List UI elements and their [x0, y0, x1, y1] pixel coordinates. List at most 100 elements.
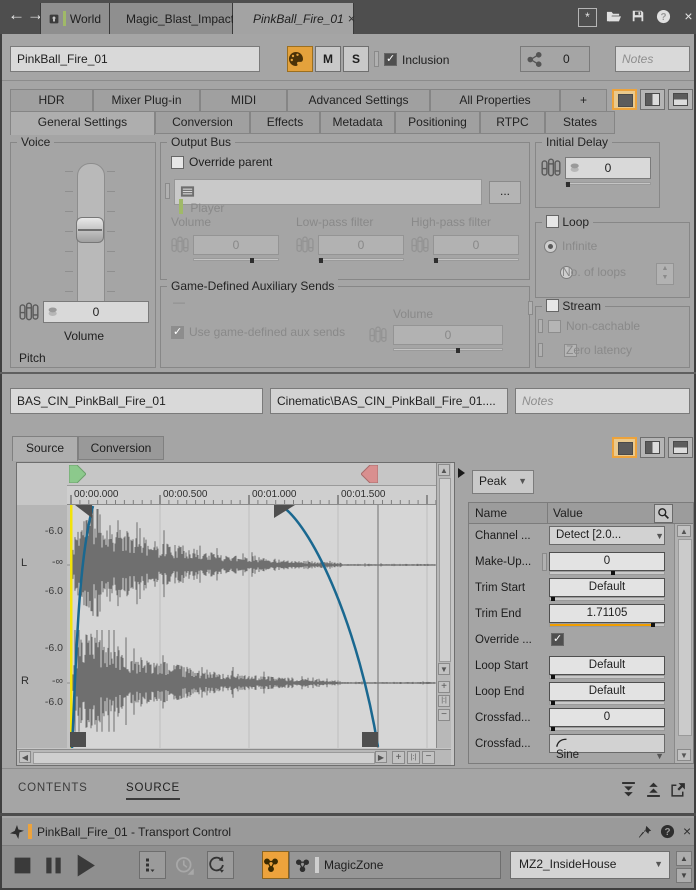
tab-advanced-settings[interactable]: Advanced Settings [287, 89, 430, 112]
zoom-out-vertical-button[interactable]: − [438, 709, 450, 721]
vscroll-thumb[interactable] [439, 478, 451, 662]
tab-[interactable]: + [560, 89, 607, 112]
stop-button[interactable] [12, 855, 33, 876]
waveform-horizontal-scrollbar[interactable]: ◀ ▶ + |:| − [17, 749, 451, 765]
voice-volume-rtpc-icon[interactable] [19, 301, 39, 323]
tab-hdr[interactable]: HDR [10, 89, 93, 112]
use-aux-sends-checkbox[interactable] [171, 326, 184, 339]
voice-volume-slider[interactable] [77, 163, 105, 315]
mute-button[interactable]: M [315, 46, 341, 72]
waveform-vertical-scrollbar[interactable]: ▲ ▼ + |:| − [436, 463, 451, 748]
transport-scroll-down[interactable]: ▼ [676, 868, 692, 883]
row-checkbox[interactable] [551, 633, 564, 646]
pin-icon[interactable] [638, 825, 652, 839]
trim-start-handle[interactable] [70, 732, 86, 747]
tab-mixer-plug-in[interactable]: Mixer Plug-in [93, 89, 200, 112]
source-layout-split-horizontal-button[interactable] [668, 437, 693, 458]
tab-effects[interactable]: Effects [250, 111, 320, 134]
source-layout-split-vertical-button[interactable] [640, 437, 665, 458]
sharesets-button[interactable]: 0 [520, 46, 590, 72]
voice-volume-value[interactable]: 0 [43, 301, 149, 323]
tab-close-icon[interactable]: × [348, 11, 356, 26]
tab-states[interactable]: States [545, 111, 615, 134]
tab-positioning[interactable]: Positioning [395, 111, 480, 134]
expand-all-icon[interactable] [645, 781, 662, 798]
zoom-fit-button[interactable]: |:| [407, 751, 420, 764]
trim-end-handle[interactable] [362, 732, 378, 747]
tab-general-settings[interactable]: General Settings [10, 111, 155, 135]
transport-options-button[interactable] [139, 851, 166, 879]
game-syncs-button[interactable] [262, 851, 289, 879]
source-name-input[interactable] [10, 388, 263, 414]
open-external-icon[interactable] [670, 781, 687, 798]
source-notes-input[interactable] [515, 388, 690, 414]
bus-browse-button[interactable]: ... [489, 181, 521, 204]
tab-rtpc[interactable]: RTPC [480, 111, 545, 134]
tab-all-properties[interactable]: All Properties [430, 89, 560, 112]
zoom-out-button[interactable]: − [422, 751, 435, 764]
play-button[interactable] [73, 853, 98, 878]
table-scroll-down-icon[interactable]: ▼ [677, 749, 691, 761]
solo-button[interactable]: S [343, 46, 369, 72]
row-value-field[interactable]: 0 [549, 552, 665, 571]
window-close-button[interactable]: × [680, 8, 696, 25]
peak-mode-dropdown[interactable]: Peak ▼ [472, 470, 534, 494]
column-header-value[interactable]: Value [553, 506, 583, 520]
hscroll-thumb[interactable] [33, 752, 375, 764]
source-path-field[interactable] [270, 388, 508, 414]
table-scroll-thumb[interactable] [678, 539, 692, 736]
zoom-in-button[interactable]: + [392, 751, 405, 764]
bottom-tab-contents[interactable]: CONTENTS [18, 782, 88, 794]
object-name-input[interactable] [10, 46, 260, 72]
row-value-field[interactable]: 0 [549, 708, 665, 727]
notes-input[interactable] [615, 46, 690, 72]
nav-back-button[interactable]: ← [8, 5, 25, 25]
color-palette-button[interactable] [287, 46, 313, 72]
open-project-button[interactable] [606, 8, 623, 25]
transport-scroll-up[interactable]: ▲ [676, 851, 692, 866]
scroll-down-icon[interactable]: ▼ [438, 663, 450, 675]
row-value-field[interactable]: Default [549, 656, 665, 675]
row-value-dropdown[interactable]: Sine▼ [549, 734, 665, 753]
zoom-in-vertical-button[interactable]: + [438, 681, 450, 693]
source-layout-single-button[interactable] [612, 437, 637, 458]
collapse-panel-arrow-icon[interactable] [458, 468, 465, 478]
layout-split-vertical-button[interactable] [640, 89, 665, 110]
row-value-dropdown[interactable]: Detect [2.0...▼ [549, 526, 665, 545]
timeline-ruler[interactable]: 00:00.00000:00.50000:01.00000:01.500 [67, 485, 436, 505]
bottom-tab-source[interactable]: SOURCE [126, 782, 180, 800]
column-header-name[interactable]: Name [475, 506, 507, 520]
initial-delay-value[interactable]: 0 [565, 157, 651, 179]
play-start-marker[interactable] [69, 465, 86, 483]
row-value-field[interactable]: Default [549, 578, 665, 597]
collapse-all-icon[interactable] [620, 781, 637, 798]
inclusion-checkbox[interactable] [384, 53, 397, 66]
save-button[interactable] [631, 8, 648, 25]
override-parent-checkbox[interactable] [171, 156, 184, 169]
scroll-left-icon[interactable]: ◀ [19, 751, 31, 763]
table-vertical-scrollbar[interactable]: ▲ ▼ [674, 524, 693, 763]
view-tab-pinkball-fire-01[interactable]: PinkBall_Fire_01× [233, 3, 354, 34]
tab-conversion[interactable]: Conversion [78, 436, 164, 460]
search-button[interactable] [654, 504, 673, 523]
non-cachable-checkbox[interactable] [548, 320, 561, 333]
game-sync-value-dropdown[interactable]: MZ2_InsideHouse ▼ [510, 851, 670, 879]
tab-source[interactable]: Source [12, 436, 78, 461]
row-value-field[interactable]: Default [549, 682, 665, 701]
row-value-field[interactable]: 1.71105 [549, 604, 665, 623]
view-tab-magic-blast-impact[interactable]: Magic_Blast_Impact [110, 3, 233, 34]
voice-volume-slider-handle[interactable] [76, 217, 104, 243]
transport-close-icon[interactable]: × [683, 823, 691, 839]
play-end-marker[interactable] [361, 465, 378, 483]
stream-checkbox[interactable] [546, 299, 559, 312]
layout-single-button[interactable] [612, 89, 637, 110]
transport-help-icon[interactable] [660, 824, 675, 839]
scroll-up-icon[interactable]: ▲ [438, 464, 450, 476]
view-tab-world[interactable]: World [40, 3, 110, 34]
pin-layout-button[interactable]: * [578, 8, 597, 27]
tab-midi[interactable]: MIDI [200, 89, 287, 112]
playhead-cursor[interactable] [70, 505, 73, 748]
help-icon[interactable] [656, 8, 673, 25]
output-bus-selector[interactable]: Player [174, 179, 482, 205]
tab-conversion[interactable]: Conversion [155, 111, 250, 134]
